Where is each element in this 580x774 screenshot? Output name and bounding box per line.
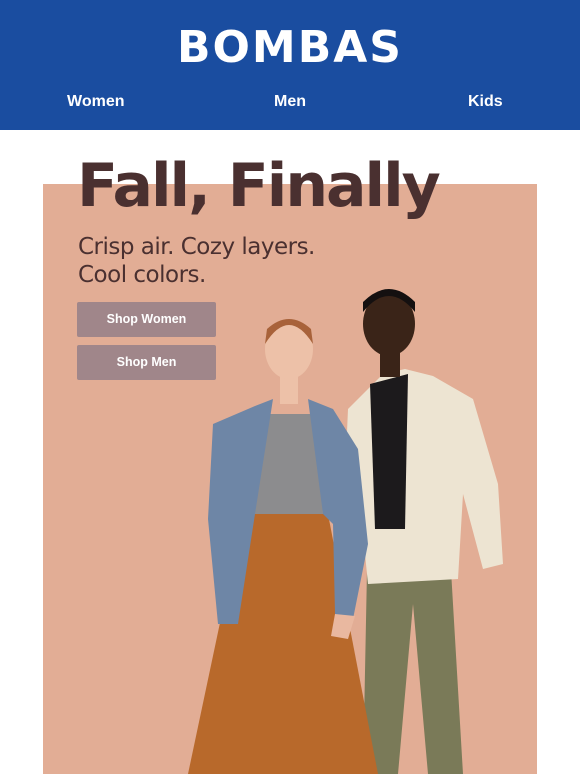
hero-subline-1: Crisp air. Cozy layers.	[78, 234, 315, 260]
male-model	[343, 289, 503, 774]
nav-women-link[interactable]: Women	[67, 92, 124, 112]
nav-kids-link[interactable]: Kids	[468, 92, 503, 112]
shop-women-button[interactable]: Shop Women	[77, 302, 216, 337]
hero-headline: Fall, Finally	[77, 151, 441, 221]
nav-men-link[interactable]: Men	[274, 92, 306, 112]
bombas-logo[interactable]: BOMBAS	[0, 22, 580, 74]
hero-subline-2: Cool colors.	[78, 262, 206, 288]
header-bar: BOMBAS Women Men Kids	[0, 0, 580, 130]
shop-men-button[interactable]: Shop Men	[77, 345, 216, 380]
female-model	[188, 319, 378, 774]
